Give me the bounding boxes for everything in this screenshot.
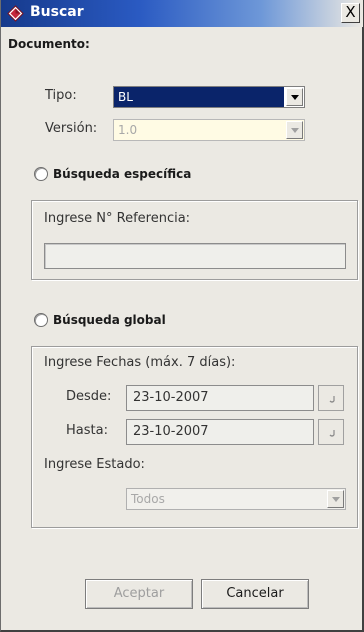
calendar-icon (329, 396, 335, 403)
chevron-down-icon[interactable] (327, 490, 344, 508)
chevron-down-icon[interactable] (286, 121, 303, 139)
title-bar[interactable]: Buscar X (1, 0, 363, 27)
buscar-dialog: Buscar X Documento: Tipo: BL Versión: 1.… (0, 0, 364, 632)
desde-date-field[interactable]: 23-10-2007 (126, 385, 314, 411)
referencia-group: Ingrese N° Referencia: (31, 200, 358, 280)
busqueda-global-radio[interactable] (34, 313, 48, 327)
cancelar-button[interactable]: Cancelar (201, 579, 309, 609)
version-select-value: 1.0 (118, 123, 138, 137)
version-select[interactable]: 1.0 (113, 119, 305, 141)
tipo-select-value: BL (114, 87, 284, 107)
calendar-icon (329, 430, 335, 437)
busqueda-global-label[interactable]: Búsqueda global (53, 313, 166, 327)
close-button[interactable]: X (341, 3, 360, 23)
estado-label: Ingrese Estado: (44, 457, 145, 472)
aceptar-button[interactable]: Aceptar (85, 579, 193, 609)
tipo-label: Tipo: (45, 88, 77, 103)
estado-select[interactable]: Todos (126, 488, 346, 510)
window-title: Buscar (30, 4, 84, 20)
hasta-calendar-button[interactable] (318, 419, 344, 445)
busqueda-especifica-radio[interactable] (34, 167, 48, 181)
hasta-date-field[interactable]: 23-10-2007 (126, 419, 314, 445)
global-group: Ingrese Fechas (máx. 7 días): Desde: 23-… (31, 346, 358, 528)
referencia-input[interactable] (44, 243, 346, 269)
busqueda-especifica-label[interactable]: Búsqueda específica (53, 167, 191, 181)
hasta-label: Hasta: (66, 423, 108, 438)
chevron-down-icon[interactable] (286, 88, 303, 106)
diamond-app-icon (7, 5, 24, 22)
version-label: Versión: (45, 121, 98, 136)
referencia-label: Ingrese N° Referencia: (44, 211, 191, 226)
close-icon: X (345, 3, 356, 21)
tipo-select[interactable]: BL (113, 86, 305, 108)
documento-heading: Documento: (8, 37, 90, 51)
desde-calendar-button[interactable] (318, 385, 344, 411)
desde-label: Desde: (66, 389, 112, 404)
estado-select-value: Todos (131, 492, 165, 506)
fechas-label: Ingrese Fechas (máx. 7 días): (44, 355, 236, 370)
